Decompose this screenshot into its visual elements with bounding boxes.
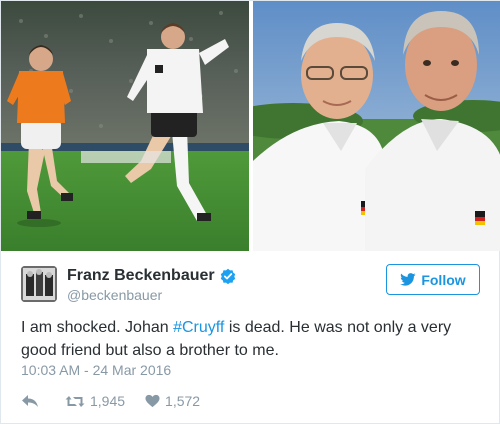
like-count: 1,572 bbox=[165, 393, 201, 409]
avatar[interactable] bbox=[21, 266, 57, 302]
tweet-actions: 1,945 1,572 bbox=[21, 391, 220, 411]
author-name-row: Franz Beckenbauer bbox=[67, 266, 236, 286]
author-block[interactable]: Franz Beckenbauer @beckenbauer bbox=[67, 266, 236, 303]
author-name[interactable]: Franz Beckenbauer bbox=[67, 267, 215, 285]
tweet-timestamp[interactable]: 10:03 AM - 24 Mar 2016 bbox=[21, 362, 171, 378]
like-button[interactable]: 1,572 bbox=[145, 393, 200, 409]
verified-badge-icon bbox=[220, 268, 236, 284]
twitter-bird-icon bbox=[400, 273, 416, 286]
tweet-card: Franz Beckenbauer @beckenbauer Follow I … bbox=[0, 0, 500, 424]
author-handle[interactable]: @beckenbauer bbox=[67, 287, 236, 303]
retweet-icon bbox=[65, 395, 85, 407]
tweet-text-start: I am shocked. Johan bbox=[21, 319, 174, 336]
tweet-text: I am shocked. Johan #Cruyff is dead. He … bbox=[21, 316, 481, 362]
tweet-media[interactable] bbox=[1, 1, 500, 251]
photo-football-match[interactable] bbox=[1, 1, 249, 251]
tweet-header: Franz Beckenbauer @beckenbauer Follow bbox=[21, 264, 481, 304]
reply-icon bbox=[22, 395, 38, 407]
hashtag-link[interactable]: #Cruyff bbox=[173, 319, 224, 336]
heart-icon bbox=[145, 394, 160, 408]
reply-button[interactable] bbox=[21, 394, 39, 408]
follow-label: Follow bbox=[421, 271, 466, 288]
follow-button[interactable]: Follow bbox=[386, 264, 480, 295]
retweet-button[interactable]: 1,945 bbox=[65, 393, 125, 409]
photo-two-men[interactable] bbox=[253, 1, 500, 251]
retweet-count: 1,945 bbox=[90, 393, 126, 409]
